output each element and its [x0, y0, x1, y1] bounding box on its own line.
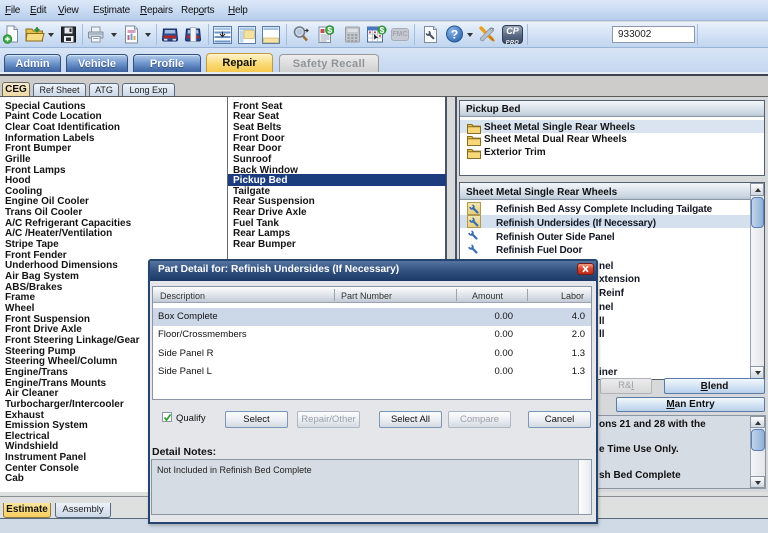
- svg-text:?: ?: [451, 28, 458, 42]
- svg-text:$: $: [380, 26, 385, 35]
- svg-text:$: $: [327, 25, 332, 35]
